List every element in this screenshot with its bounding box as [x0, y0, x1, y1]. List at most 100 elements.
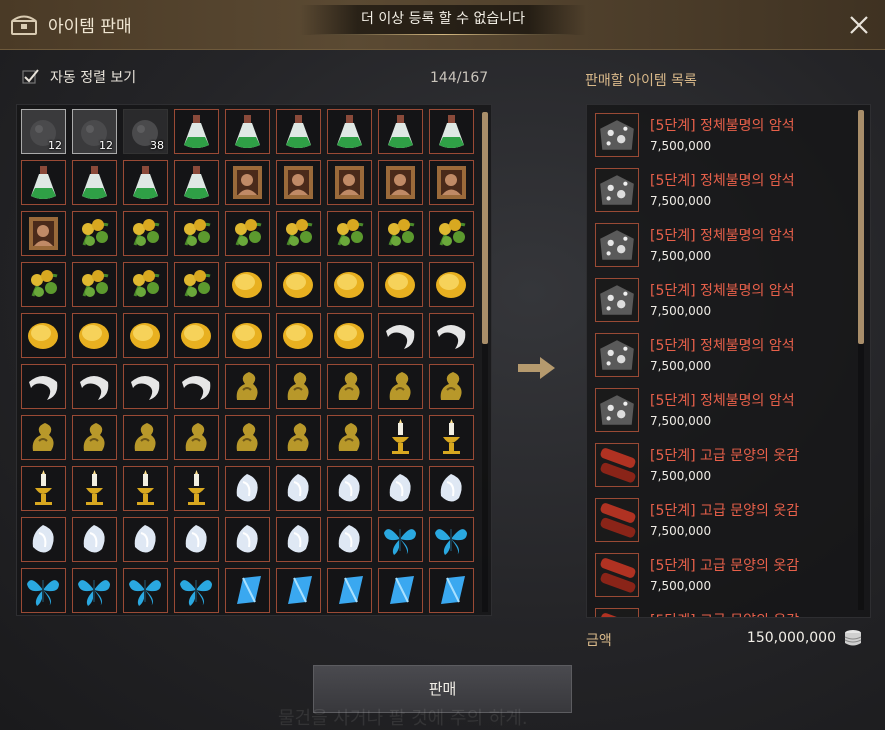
close-icon[interactable] — [847, 13, 871, 37]
inventory-slot[interactable] — [174, 160, 219, 205]
inventory-slot[interactable] — [174, 568, 219, 613]
inventory-slot[interactable] — [429, 313, 474, 358]
inventory-scrollbar[interactable] — [482, 112, 488, 344]
inventory-slot[interactable] — [378, 160, 423, 205]
inventory-slot[interactable] — [21, 466, 66, 511]
inventory-slot[interactable] — [378, 313, 423, 358]
inventory-slot[interactable] — [429, 415, 474, 460]
sell-list-scrollbar[interactable] — [858, 110, 864, 344]
inventory-slot[interactable] — [327, 517, 372, 562]
inventory-slot[interactable] — [378, 364, 423, 409]
sell-list-item[interactable]: [5단계] 고급 문양의 옷감 7,500,000 — [595, 496, 855, 546]
inventory-slot[interactable] — [174, 262, 219, 307]
inventory-slot[interactable] — [72, 211, 117, 256]
inventory-slot[interactable] — [225, 160, 270, 205]
inventory-slot[interactable] — [72, 364, 117, 409]
inventory-slot[interactable]: 38 — [123, 109, 168, 154]
inventory-slot[interactable] — [327, 109, 372, 154]
sell-list-item[interactable]: [5단계] 고급 문양의 옷감 — [595, 606, 855, 617]
inventory-slot[interactable] — [72, 466, 117, 511]
inventory-slot[interactable] — [174, 211, 219, 256]
inventory-slot[interactable] — [276, 568, 321, 613]
inventory-slot[interactable] — [378, 415, 423, 460]
inventory-slot[interactable] — [123, 262, 168, 307]
inventory-slot[interactable] — [225, 568, 270, 613]
inventory-slot[interactable] — [72, 517, 117, 562]
inventory-slot[interactable]: 12 — [72, 109, 117, 154]
inventory-slot[interactable] — [429, 466, 474, 511]
sell-list-item[interactable]: [5단계] 정체불명의 암석 7,500,000 — [595, 111, 855, 161]
inventory-slot[interactable] — [225, 262, 270, 307]
inventory-slot[interactable] — [429, 364, 474, 409]
inventory-slot[interactable] — [123, 568, 168, 613]
inventory-slot[interactable] — [327, 160, 372, 205]
inventory-slot[interactable] — [327, 262, 372, 307]
sell-list-item[interactable]: [5단계] 고급 문양의 옷감 7,500,000 — [595, 551, 855, 601]
inventory-slot[interactable] — [378, 109, 423, 154]
inventory-slot[interactable] — [72, 262, 117, 307]
inventory-slot[interactable] — [174, 313, 219, 358]
inventory-slot[interactable] — [378, 466, 423, 511]
inventory-slot[interactable]: 12 — [21, 109, 66, 154]
inventory-slot[interactable] — [72, 415, 117, 460]
inventory-slot[interactable] — [225, 517, 270, 562]
inventory-slot[interactable] — [429, 160, 474, 205]
inventory-slot[interactable] — [123, 211, 168, 256]
inventory-slot[interactable] — [276, 415, 321, 460]
inventory-slot[interactable] — [174, 364, 219, 409]
inventory-slot[interactable] — [72, 313, 117, 358]
inventory-slot[interactable] — [276, 262, 321, 307]
inventory-slot[interactable] — [21, 568, 66, 613]
checkmark-icon[interactable] — [22, 68, 40, 86]
inventory-slot[interactable] — [225, 109, 270, 154]
inventory-slot[interactable] — [327, 313, 372, 358]
sell-list-item[interactable]: [5단계] 정체불명의 암석 7,500,000 — [595, 276, 855, 326]
inventory-slot[interactable] — [378, 262, 423, 307]
inventory-slot[interactable] — [429, 109, 474, 154]
inventory-slot[interactable] — [276, 466, 321, 511]
inventory-slot[interactable] — [276, 313, 321, 358]
inventory-slot[interactable] — [225, 466, 270, 511]
inventory-slot[interactable] — [123, 466, 168, 511]
inventory-slot[interactable] — [225, 211, 270, 256]
inventory-slot[interactable] — [378, 568, 423, 613]
inventory-slot[interactable] — [429, 211, 474, 256]
inventory-slot[interactable] — [276, 211, 321, 256]
inventory-slot[interactable] — [72, 160, 117, 205]
inventory-slot[interactable] — [174, 517, 219, 562]
inventory-slot[interactable] — [429, 568, 474, 613]
inventory-slot[interactable] — [327, 211, 372, 256]
inventory-slot[interactable] — [225, 313, 270, 358]
inventory-slot[interactable] — [123, 364, 168, 409]
inventory-slot[interactable] — [327, 364, 372, 409]
inventory-slot[interactable] — [21, 517, 66, 562]
sell-list-item[interactable]: [5단계] 정체불명의 암석 7,500,000 — [595, 386, 855, 436]
sell-list-item[interactable]: [5단계] 고급 문양의 옷감 7,500,000 — [595, 441, 855, 491]
inventory-slot[interactable] — [276, 517, 321, 562]
inventory-slot[interactable] — [327, 415, 372, 460]
inventory-slot[interactable] — [21, 415, 66, 460]
inventory-slot[interactable] — [225, 415, 270, 460]
inventory-slot[interactable] — [21, 313, 66, 358]
inventory-slot[interactable] — [123, 313, 168, 358]
inventory-slot[interactable] — [21, 211, 66, 256]
inventory-slot[interactable] — [21, 262, 66, 307]
sell-list-item[interactable]: [5단계] 정체불명의 암석 7,500,000 — [595, 221, 855, 271]
sell-list-item[interactable]: [5단계] 정체불명의 암석 7,500,000 — [595, 166, 855, 216]
inventory-slot[interactable] — [276, 160, 321, 205]
inventory-slot[interactable] — [123, 517, 168, 562]
inventory-slot[interactable] — [21, 160, 66, 205]
inventory-slot[interactable] — [21, 364, 66, 409]
inventory-slot[interactable] — [327, 466, 372, 511]
autosort-toggle[interactable]: 자동 정렬 보기 — [22, 67, 136, 87]
inventory-slot[interactable] — [174, 466, 219, 511]
inventory-slot[interactable] — [378, 211, 423, 256]
inventory-slot[interactable] — [174, 415, 219, 460]
inventory-slot[interactable] — [429, 262, 474, 307]
inventory-slot[interactable] — [276, 364, 321, 409]
inventory-slot[interactable] — [276, 109, 321, 154]
inventory-slot[interactable] — [123, 415, 168, 460]
inventory-slot[interactable] — [429, 517, 474, 562]
sell-list-item[interactable]: [5단계] 정체불명의 암석 7,500,000 — [595, 331, 855, 381]
inventory-slot[interactable] — [378, 517, 423, 562]
